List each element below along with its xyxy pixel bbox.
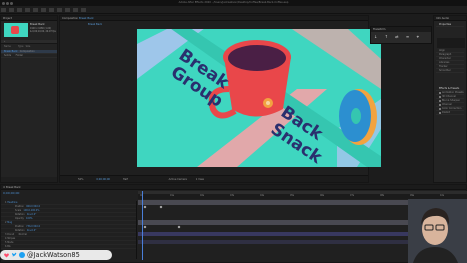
- camera-select[interactable]: Active Camera: [169, 178, 187, 181]
- layer-row[interactable]: 6 BG: [1, 245, 136, 249]
- playhead[interactable]: [142, 191, 143, 260]
- comp-footer-bar: 50% 0;00;00;00 Half Active Camera 1 View: [60, 175, 368, 182]
- distribute-button[interactable]: ≡: [406, 34, 412, 39]
- right-panel-stack: Info Audio Properties Align Paragraph Ch…: [433, 15, 467, 183]
- project-comp-name: Break Back: [30, 23, 45, 26]
- preview-thumbnail: [437, 38, 465, 48]
- twitter-icon: [11, 252, 17, 257]
- project-panel: Project Break Back 1920 x 1080 (1.00) Δ …: [0, 15, 58, 183]
- keyframe[interactable]: [143, 225, 147, 229]
- hand-tool-icon[interactable]: [16, 8, 22, 12]
- ruler-label: 09s: [410, 194, 415, 197]
- composition-panel: Composition Break Back Break Back Break …: [59, 15, 381, 183]
- camera-tool-icon[interactable]: [40, 8, 46, 12]
- zoom-select[interactable]: 50%: [78, 178, 84, 181]
- presenter-video: [408, 199, 467, 263]
- anchor-button[interactable]: ⌖: [417, 34, 422, 39]
- ruler-label: 03s: [230, 194, 235, 197]
- ruler-label: 04s: [260, 194, 265, 197]
- time-ruler[interactable]: 0s 01s 02s 03s 04s 05s 06s 07s 08s 09s 1…: [138, 191, 467, 199]
- shape-tool-icon[interactable]: [56, 8, 62, 12]
- panel-entry[interactable]: Smoother: [436, 69, 464, 73]
- timeline-timecode[interactable]: 0;00;00;00: [3, 191, 19, 195]
- ruler-label: 06s: [320, 194, 325, 197]
- ruler-label: 08s: [380, 194, 385, 197]
- project-comp-info2: Δ 0;00;10;00, 29.97 fps: [30, 30, 56, 33]
- pen-tool-icon[interactable]: [64, 8, 70, 12]
- webcam-overlay: [408, 199, 467, 263]
- keyframe[interactable]: [159, 205, 163, 209]
- transform-toolbox: Transform ↓ ↑ ⇄ ≡ ⌖: [370, 26, 432, 44]
- project-search-input[interactable]: ⌕: [1, 40, 57, 44]
- rotate-tool-icon[interactable]: [32, 8, 38, 12]
- tools-toolbar: [0, 6, 467, 14]
- effects-item[interactable]: Distort: [436, 111, 464, 115]
- project-item[interactable]: Solids Folder: [1, 54, 57, 58]
- project-thumbnail: [4, 23, 28, 37]
- ruler-label: 05s: [290, 194, 295, 197]
- project-footer: [1, 177, 57, 182]
- at-icon: [19, 252, 25, 258]
- ruler-label: 10s: [440, 194, 445, 197]
- comp-viewer[interactable]: Break Back Group Snack: [137, 29, 381, 167]
- type-tool-icon[interactable]: [72, 8, 78, 12]
- flip-button[interactable]: ⇄: [395, 34, 401, 39]
- keyframe[interactable]: [143, 205, 147, 209]
- heart-icon: [4, 252, 9, 257]
- artwork-canvas: [137, 29, 381, 167]
- window-title: Adobe After Effects 2020 - /Users/jackwa…: [178, 1, 289, 4]
- view-select[interactable]: 1 View: [196, 178, 204, 181]
- comp-timecode[interactable]: 0;00;00;00: [96, 178, 110, 181]
- resolution-select[interactable]: Half: [123, 178, 128, 181]
- social-handle-banner: @JackWatson85: [0, 250, 112, 260]
- home-tool-icon[interactable]: [1, 8, 6, 12]
- ruler-label: 07s: [350, 194, 355, 197]
- project-tab[interactable]: Project: [1, 16, 57, 21]
- ruler-label: 01s: [170, 194, 175, 197]
- zoom-tool-icon[interactable]: [24, 8, 30, 12]
- ruler-label: 02s: [200, 194, 205, 197]
- selection-tool-icon[interactable]: [8, 8, 14, 12]
- pan-behind-tool-icon[interactable]: [48, 8, 54, 12]
- brush-tool-icon[interactable]: [80, 8, 86, 12]
- social-handle-text: @JackWatson85: [27, 251, 80, 259]
- align-bottom-button[interactable]: ↓: [374, 34, 380, 39]
- composition-tab[interactable]: Composition Break Back: [60, 16, 368, 21]
- comp-breadcrumb[interactable]: Break Back: [60, 22, 368, 27]
- project-columns-header: Name Type Size: [4, 45, 31, 48]
- properties-heading: Properties: [436, 23, 464, 27]
- align-top-button[interactable]: ↑: [385, 34, 391, 39]
- timeline-tab[interactable]: ✕ Break Back: [1, 185, 466, 190]
- keyframe[interactable]: [177, 225, 181, 229]
